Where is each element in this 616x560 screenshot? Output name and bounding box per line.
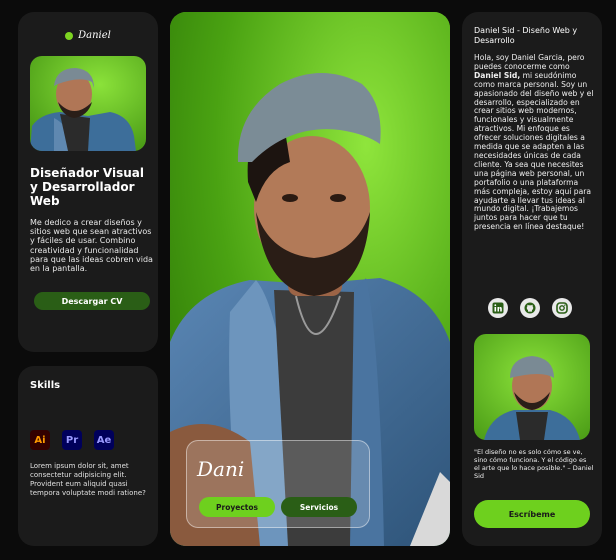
about-title: Daniel Sid - Diseño Web y Desarrollo: [474, 26, 578, 45]
profile-title: Diseñador Visual y Desarrollador Web: [30, 166, 145, 208]
profile-description: Me dedico a crear diseños y sitios web q…: [30, 218, 153, 274]
skills-title: Skills: [30, 380, 61, 391]
projects-button[interactable]: Proyectos: [199, 497, 275, 517]
social-links: [488, 298, 572, 318]
about-text: Hola, soy Daniel Garcia, pero puedes con…: [474, 53, 594, 232]
skills-card: Skills Ai Pr Ae Lorem ipsum dolor sit, a…: [18, 366, 158, 546]
about-photo: [474, 334, 590, 440]
profile-photo: [30, 56, 146, 151]
adobe-premiere-icon: Pr: [62, 430, 82, 450]
adobe-after-effects-icon: Ae: [94, 430, 114, 450]
about-card: Daniel Sid - Diseño Web y Desarrollo Hol…: [462, 12, 602, 546]
quote-text: "El diseño no es solo cómo se ve, sino c…: [474, 448, 594, 480]
contact-button[interactable]: Escríbeme: [474, 500, 590, 528]
logo-text: Daniel: [78, 30, 111, 41]
logo-dot-icon: [65, 31, 74, 40]
about-avatar-illustration: [474, 334, 590, 440]
skills-icon-row: Ai Pr Ae: [30, 430, 114, 450]
avatar-illustration: [30, 56, 146, 151]
hero-name: Dani: [197, 457, 245, 481]
about-text-body: mi seudónimo como marca personal. Soy un…: [474, 70, 594, 232]
logo[interactable]: Daniel: [18, 30, 158, 41]
linkedin-icon[interactable]: [488, 298, 508, 318]
about-text-intro: Hola, soy Daniel Garcia, pero puedes con…: [474, 53, 585, 71]
github-icon[interactable]: [520, 298, 540, 318]
instagram-icon[interactable]: [552, 298, 572, 318]
profile-card: Daniel Diseñador Visual y Desarrollador …: [18, 12, 158, 352]
skills-text: Lorem ipsum dolor sit, amet consectetur …: [30, 462, 146, 497]
download-cv-button[interactable]: Descargar CV: [34, 292, 150, 310]
services-button[interactable]: Servicios: [281, 497, 357, 517]
adobe-illustrator-icon: Ai: [30, 430, 50, 450]
hero-glass-panel: Dani Proyectos Servicios: [186, 440, 370, 528]
about-text-highlight: Daniel Sid,: [474, 70, 521, 80]
hero-card: Dani Proyectos Servicios: [170, 12, 450, 546]
